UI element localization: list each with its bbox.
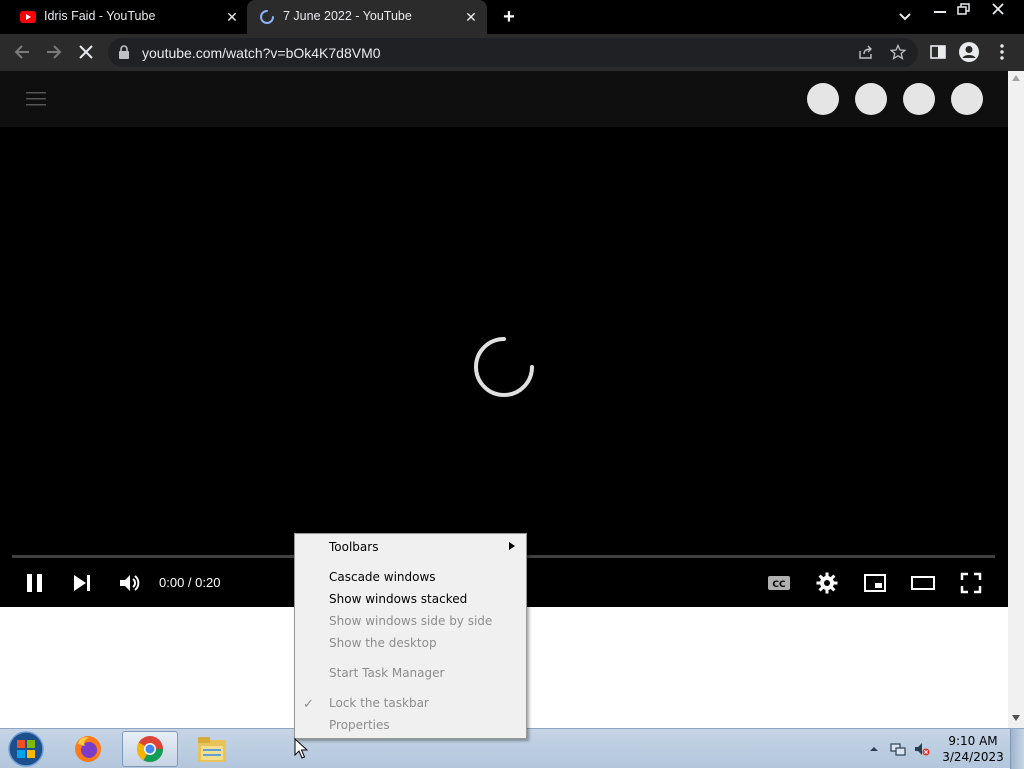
loading-spinner-icon bbox=[474, 337, 534, 397]
clock-date: 3/24/2023 bbox=[942, 750, 1004, 764]
show-desktop-button[interactable] bbox=[1010, 729, 1024, 769]
menu-item-show-the-desktop: Show the desktop bbox=[329, 636, 437, 650]
settings-gear-icon[interactable] bbox=[815, 571, 839, 595]
minimize-icon[interactable] bbox=[928, 0, 952, 18]
network-icon[interactable] bbox=[890, 741, 906, 757]
profile-avatar-icon[interactable] bbox=[958, 41, 980, 63]
mouse-cursor-icon bbox=[294, 738, 308, 759]
hamburger-menu-icon[interactable] bbox=[26, 91, 46, 107]
system-clock[interactable]: 9:10 AM 3/24/2023 bbox=[940, 733, 1006, 765]
lock-icon[interactable] bbox=[118, 45, 130, 59]
page-scrollbar[interactable] bbox=[1008, 71, 1024, 728]
close-tab-icon[interactable]: ✕ bbox=[462, 8, 480, 26]
start-button-icon[interactable] bbox=[6, 730, 46, 768]
url-text[interactable]: youtube.com/watch?v=bOk4K7d8VM0 bbox=[142, 45, 381, 61]
tab-title: Idris Faid - YouTube bbox=[44, 9, 156, 23]
svg-text:CC: CC bbox=[772, 580, 786, 590]
scroll-down-arrow-icon[interactable] bbox=[1012, 715, 1020, 721]
volume-icon[interactable] bbox=[117, 571, 141, 595]
firefox-icon bbox=[75, 736, 101, 762]
menu-item-toolbars[interactable]: Toolbars bbox=[329, 540, 378, 554]
side-panel-icon[interactable] bbox=[928, 42, 948, 62]
youtube-favicon-icon bbox=[20, 11, 36, 23]
taskbar-app-file-explorer[interactable] bbox=[184, 731, 240, 767]
address-bar[interactable]: youtube.com/watch?v=bOk4K7d8VM0 bbox=[108, 38, 918, 67]
show-hidden-icons-arrow-icon[interactable] bbox=[868, 741, 880, 757]
file-explorer-icon bbox=[198, 737, 226, 762]
menu-item-start-task-manager: Start Task Manager bbox=[329, 666, 445, 680]
menu-item-lock-the-taskbar: Lock the taskbar bbox=[329, 696, 429, 710]
menu-item-properties: Properties bbox=[329, 718, 390, 732]
header-placeholder-button[interactable] bbox=[807, 83, 839, 115]
header-placeholder-button[interactable] bbox=[951, 83, 983, 115]
clock-time: 9:10 AM bbox=[948, 734, 998, 748]
youtube-header bbox=[0, 71, 1008, 127]
header-placeholder-button[interactable] bbox=[903, 83, 935, 115]
restore-icon[interactable] bbox=[952, 0, 976, 18]
next-video-icon[interactable] bbox=[70, 571, 94, 595]
tab-7-june-2022[interactable]: 7 June 2022 - YouTube ✕ bbox=[247, 0, 487, 34]
tab-strip: Idris Faid - YouTube ✕ 7 June 2022 - You… bbox=[0, 0, 1024, 34]
taskbar-app-firefox[interactable] bbox=[60, 731, 116, 767]
pause-icon[interactable] bbox=[23, 571, 47, 595]
new-tab-button[interactable]: + bbox=[500, 7, 518, 27]
menu-item-cascade-windows[interactable]: Cascade windows bbox=[329, 570, 436, 584]
close-tab-icon[interactable]: ✕ bbox=[223, 8, 241, 26]
loading-spinner-icon bbox=[260, 10, 274, 24]
taskbar-app-chrome[interactable] bbox=[122, 731, 178, 767]
share-icon[interactable] bbox=[858, 44, 874, 60]
tab-search-chevron-icon[interactable] bbox=[897, 9, 913, 25]
bookmark-star-icon[interactable] bbox=[890, 44, 906, 60]
menu-item-show-windows-side-by-side: Show windows side by side bbox=[329, 614, 493, 628]
forward-arrow-icon[interactable] bbox=[44, 42, 64, 62]
taskbar-context-menu: Toolbars Cascade windows Show windows st… bbox=[294, 533, 527, 739]
miniplayer-icon[interactable] bbox=[863, 571, 887, 595]
browser-menu-icon[interactable] bbox=[992, 42, 1012, 62]
volume-muted-icon[interactable] bbox=[914, 741, 930, 757]
close-window-icon[interactable] bbox=[986, 0, 1010, 18]
time-display: 0:00 / 0:20 bbox=[159, 575, 221, 590]
closed-captions-icon[interactable]: CC bbox=[767, 571, 791, 595]
submenu-arrow-icon bbox=[509, 542, 515, 550]
fullscreen-icon[interactable] bbox=[959, 571, 983, 595]
theater-mode-icon[interactable] bbox=[911, 571, 935, 595]
checkmark-icon: ✓ bbox=[303, 696, 314, 711]
stop-loading-icon[interactable] bbox=[76, 42, 96, 62]
header-placeholder-button[interactable] bbox=[855, 83, 887, 115]
scroll-up-arrow-icon[interactable] bbox=[1012, 75, 1020, 81]
tab-title: 7 June 2022 - YouTube bbox=[283, 9, 412, 23]
tab-idris-faid[interactable]: Idris Faid - YouTube ✕ bbox=[0, 0, 247, 34]
chrome-icon bbox=[136, 736, 164, 763]
menu-item-show-windows-stacked[interactable]: Show windows stacked bbox=[329, 592, 467, 606]
browser-toolbar: youtube.com/watch?v=bOk4K7d8VM0 bbox=[0, 34, 1024, 71]
back-arrow-icon[interactable] bbox=[12, 42, 32, 62]
